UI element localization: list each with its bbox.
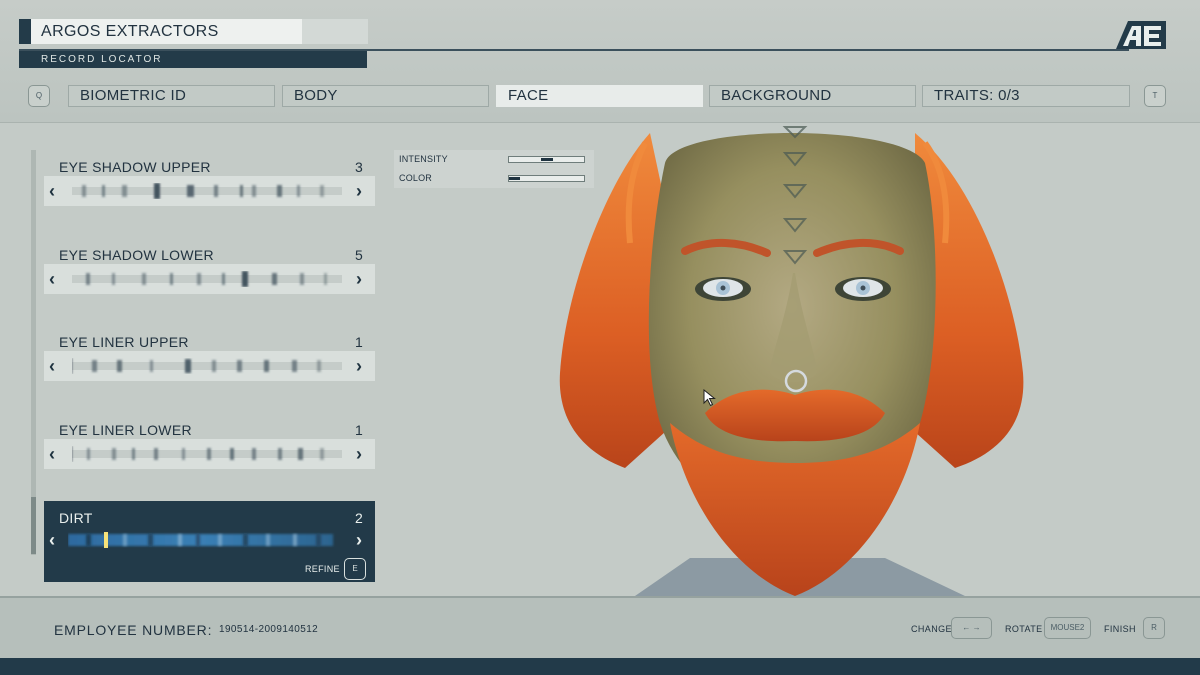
intensity-label: INTENSITY (399, 154, 448, 164)
chevron-right-icon[interactable]: › (356, 181, 362, 201)
chevron-left-icon[interactable]: ‹ (49, 181, 55, 201)
chevron-left-icon[interactable]: ‹ (49, 356, 55, 376)
finish-label: FINISH (1104, 624, 1136, 634)
footer-bar: EMPLOYEE NUMBER: 190514-2009140512 CHANG… (0, 596, 1200, 658)
eye-shadow-upper-label: EYE SHADOW UPPER (59, 159, 211, 175)
eye-shadow-lower-value: 5 (355, 247, 363, 263)
character-portrait[interactable] (545, 123, 1035, 596)
eye-liner-lower-swatches[interactable] (72, 446, 342, 462)
color-slider-fill[interactable] (509, 177, 520, 180)
chevron-left-icon[interactable]: ‹ (49, 269, 55, 289)
tab-traits[interactable]: TRAITS: 0/3 (922, 85, 1130, 107)
eye-liner-lower-value: 1 (355, 422, 363, 438)
tab-face[interactable]: FACE (496, 85, 703, 107)
employee-number-value: 190514-2009140512 (219, 624, 319, 635)
rotate-key[interactable]: MOUSE2 (1044, 617, 1091, 639)
corporation-box-tail (302, 19, 368, 44)
prev-tab-key[interactable]: Q (28, 85, 50, 107)
eye-liner-upper-label: EYE LINER UPPER (59, 334, 189, 350)
chevron-right-icon[interactable]: › (356, 530, 362, 550)
bottom-strip (0, 658, 1200, 675)
eye-liner-lower-selector[interactable]: ‹ › (44, 439, 375, 469)
tab-biometric-id[interactable]: BIOMETRIC ID (68, 85, 275, 107)
eye-shadow-upper-selector[interactable]: ‹ › (44, 176, 375, 206)
option-scrollbar-thumb[interactable] (31, 497, 36, 554)
dirt-swatches[interactable] (68, 532, 338, 548)
record-locator-label: RECORD LOCATOR (19, 51, 367, 68)
chevron-right-icon[interactable]: › (356, 356, 362, 376)
tab-background[interactable]: BACKGROUND (709, 85, 916, 107)
corporation-marker (19, 19, 31, 44)
chevron-left-icon[interactable]: ‹ (49, 444, 55, 464)
tab-body[interactable]: BODY (282, 85, 489, 107)
option-scrollbar[interactable] (31, 150, 36, 555)
eye-shadow-upper-value: 3 (355, 159, 363, 175)
employee-number-label: EMPLOYEE NUMBER: (54, 622, 213, 638)
refine-label: REFINE (305, 564, 340, 574)
dirt-label: DIRT (59, 510, 93, 526)
eye-liner-upper-selector[interactable]: ‹ › (44, 351, 375, 381)
change-key[interactable]: ← → (951, 617, 992, 639)
corporation-name: ARGOS EXTRACTORS (31, 19, 302, 44)
color-label: COLOR (399, 173, 433, 183)
chevron-right-icon[interactable]: › (356, 269, 362, 289)
refine-key[interactable]: E (344, 558, 366, 580)
chevron-left-icon[interactable]: ‹ (49, 530, 55, 550)
eye-shadow-lower-selector[interactable]: ‹ › (44, 264, 375, 294)
rotate-label: ROTATE (1005, 624, 1043, 634)
finish-key[interactable]: R (1143, 617, 1165, 639)
dirt-option-selected[interactable]: DIRT 2 ‹ › REFINE E (44, 501, 375, 582)
dirt-value: 2 (355, 510, 363, 526)
ae-logo (1116, 21, 1166, 49)
eye-liner-upper-swatches[interactable] (72, 358, 342, 374)
eye-liner-lower-label: EYE LINER LOWER (59, 422, 192, 438)
mouse-cursor-icon (703, 389, 716, 407)
change-label: CHANGE (911, 624, 952, 634)
chevron-right-icon[interactable]: › (356, 444, 362, 464)
eye-shadow-lower-swatches[interactable] (72, 271, 342, 287)
eye-liner-upper-value: 1 (355, 334, 363, 350)
next-tab-key[interactable]: T (1144, 85, 1166, 107)
eye-shadow-upper-swatches[interactable] (72, 183, 342, 199)
eye-shadow-lower-label: EYE SHADOW LOWER (59, 247, 214, 263)
